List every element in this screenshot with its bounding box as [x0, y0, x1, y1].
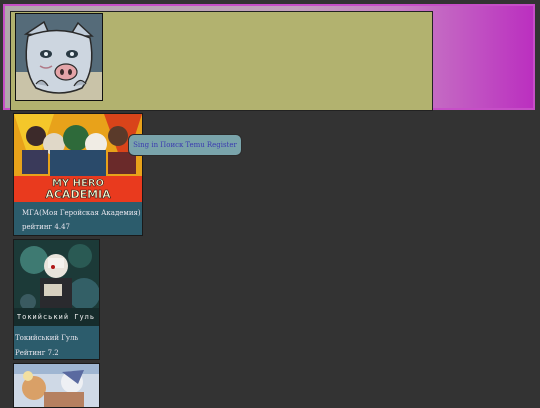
nav-register-link[interactable]: Register: [207, 141, 237, 149]
boar-mask-avatar-icon[interactable]: [15, 13, 103, 101]
nav-search-link[interactable]: Поиск: [160, 141, 183, 149]
top-nav: Sing in Поиск Temu Register: [128, 134, 242, 156]
anime-card-mha[interactable]: MY HERO ACADEMIA МГА(Моя Геройская Акаде…: [13, 113, 143, 236]
anime-thumbnail[interactable]: MY HERO ACADEMIA: [14, 114, 142, 202]
anime-rating: рейтинг 4.47: [22, 223, 70, 231]
anime-rating: Рейтинг 7.2: [15, 349, 59, 357]
anime-card-tokyo-ghoul[interactable]: Токийський Гуль Токийський Гуль Рейтинг …: [13, 239, 100, 360]
nav-sign-in-link[interactable]: Sing in: [133, 141, 158, 149]
anime-title[interactable]: МГА(Моя Геройская Академия): [22, 209, 141, 217]
svg-text:ACADEMIA: ACADEMIA: [45, 188, 111, 201]
anime-card-3[interactable]: [13, 363, 100, 408]
anime-title[interactable]: Токийський Гуль: [15, 334, 78, 342]
anime-thumbnail[interactable]: Токийський Гуль: [14, 240, 99, 326]
nav-theme-link[interactable]: Temu: [185, 141, 204, 149]
thumbnail-title-text: Токийський Гуль: [17, 313, 95, 321]
anime-thumbnail[interactable]: [14, 364, 99, 407]
